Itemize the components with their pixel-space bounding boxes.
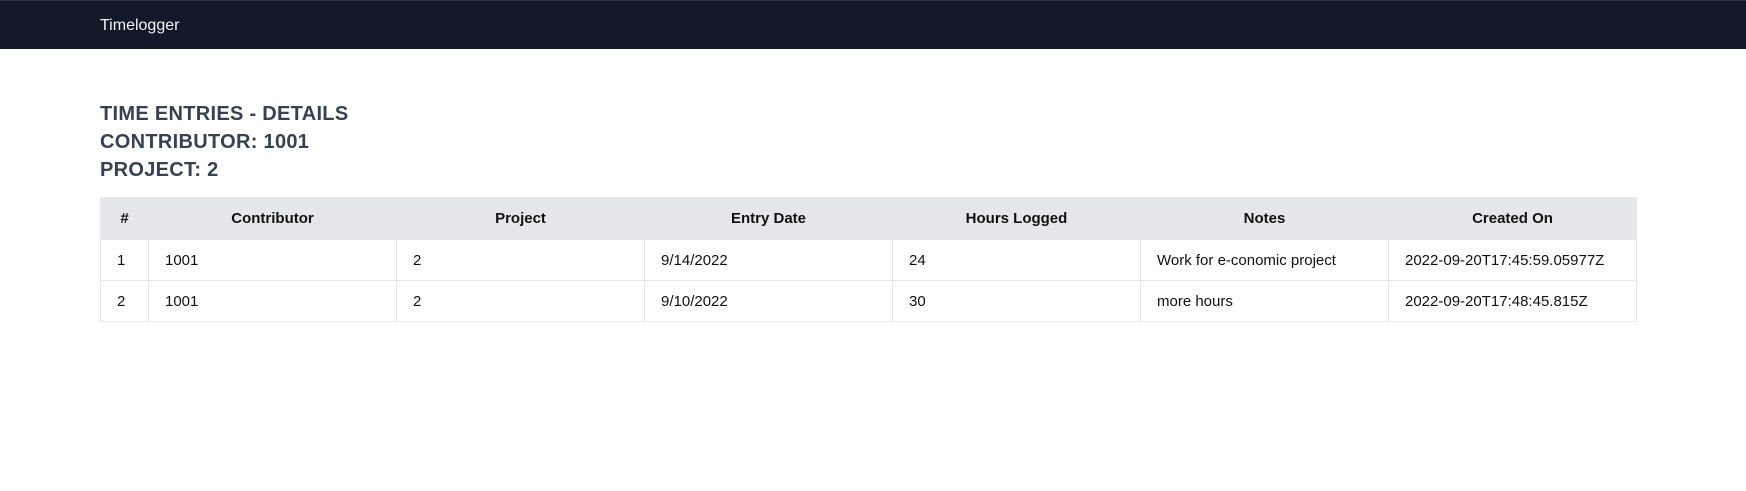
page-title: TIME ENTRIES - DETAILS — [100, 103, 349, 125]
column-header-contributor: Contributor — [148, 197, 397, 240]
cell-number: 2 — [100, 280, 149, 322]
table-header: # Contributor Project Entry Date Hours L… — [100, 197, 1637, 240]
cell-hours-logged: 24 — [892, 239, 1141, 281]
column-header-notes: Notes — [1140, 197, 1389, 240]
project-heading: PROJECT: 2 — [100, 159, 219, 181]
table-row: 1 1001 2 9/14/2022 24 Work for e-conomic… — [100, 239, 1637, 281]
column-header-entry-date: Entry Date — [644, 197, 893, 240]
cell-created-on: 2022-09-20T17:45:59.05977Z — [1388, 239, 1637, 281]
page-headings: TIME ENTRIES - DETAILS CONTRIBUTOR: 1001… — [100, 100, 700, 184]
brand-link[interactable]: Timelogger — [100, 16, 179, 36]
column-header-project: Project — [396, 197, 645, 240]
header-row: # Contributor Project Entry Date Hours L… — [100, 197, 1637, 240]
cell-number: 1 — [100, 239, 149, 281]
cell-notes: more hours — [1140, 280, 1389, 322]
cell-hours-logged: 30 — [892, 280, 1141, 322]
cell-project: 2 — [396, 239, 645, 281]
cell-created-on: 2022-09-20T17:48:45.815Z — [1388, 280, 1637, 322]
cell-entry-date: 9/10/2022 — [644, 280, 893, 322]
column-header-hours-logged: Hours Logged — [892, 197, 1141, 240]
cell-contributor: 1001 — [148, 239, 397, 281]
top-navbar: Timelogger — [0, 0, 1746, 49]
table-row: 2 1001 2 9/10/2022 30 more hours 2022-09… — [100, 280, 1637, 322]
time-entries-table: # Contributor Project Entry Date Hours L… — [100, 197, 1637, 322]
table-body: 1 1001 2 9/14/2022 24 Work for e-conomic… — [100, 239, 1637, 322]
column-header-created-on: Created On — [1388, 197, 1637, 240]
time-entries-table-container: # Contributor Project Entry Date Hours L… — [100, 197, 1637, 322]
cell-entry-date: 9/14/2022 — [644, 239, 893, 281]
cell-notes: Work for e-conomic project — [1140, 239, 1389, 281]
contributor-heading: CONTRIBUTOR: 1001 — [100, 131, 310, 153]
cell-project: 2 — [396, 280, 645, 322]
cell-contributor: 1001 — [148, 280, 397, 322]
column-header-number: # — [100, 197, 149, 240]
